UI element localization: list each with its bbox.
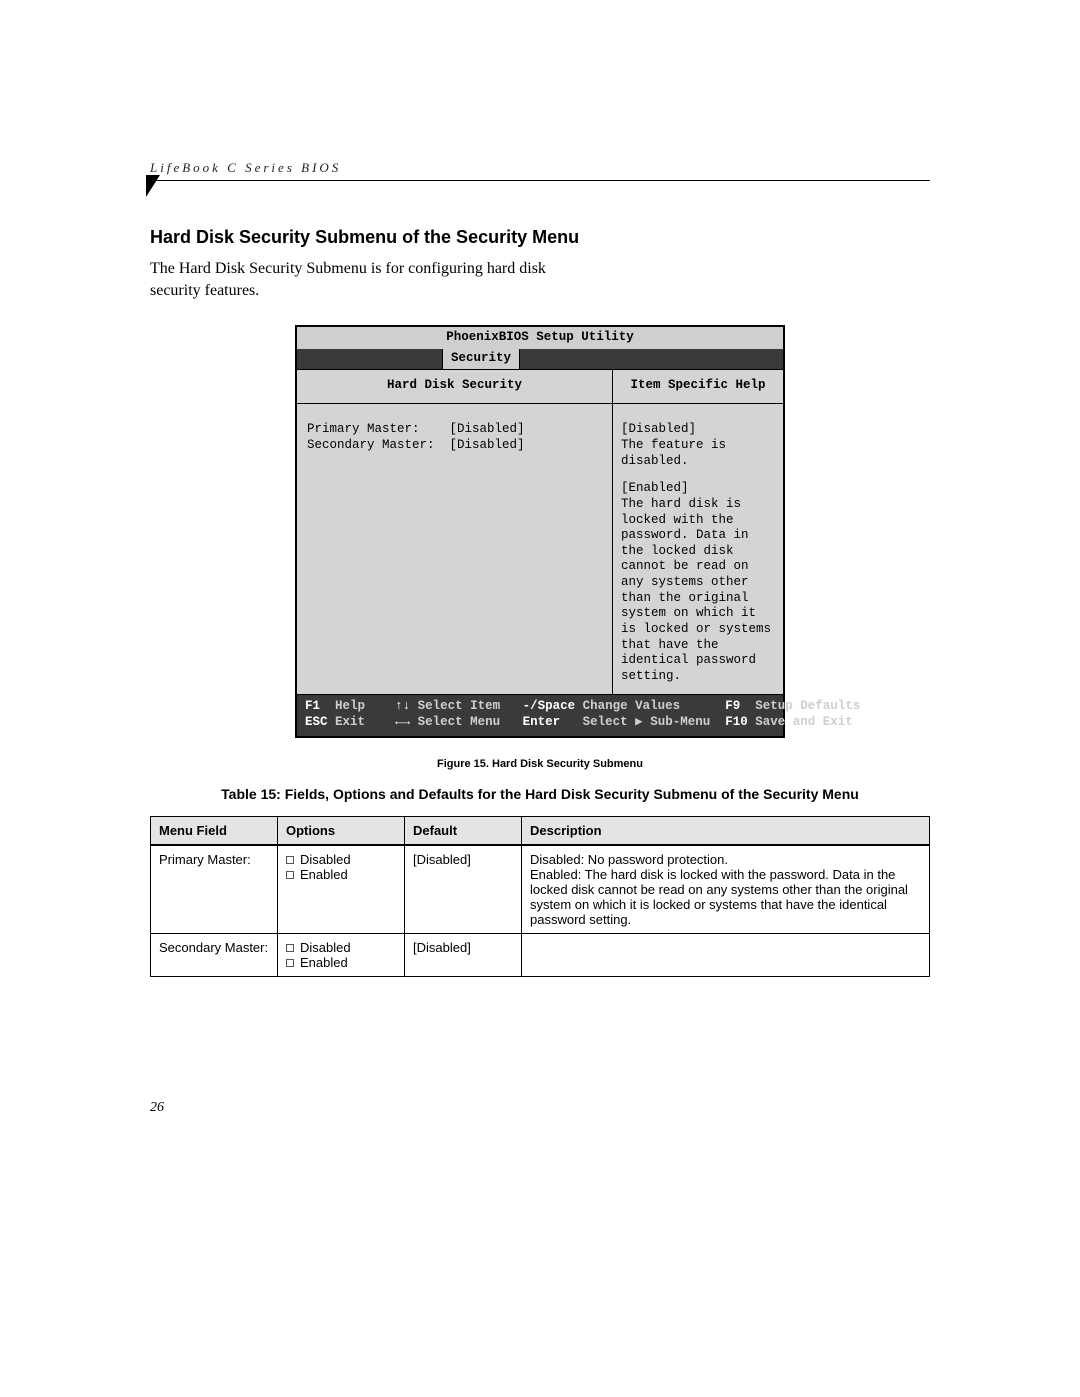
th-default: Default (405, 816, 522, 845)
help-disabled-text: The feature is disabled. (621, 438, 775, 469)
bios-row-secondary[interactable]: Secondary Master: [Disabled] (307, 438, 602, 454)
th-options: Options (278, 816, 405, 845)
bios-title: PhoenixBIOS Setup Utility (295, 325, 785, 349)
cell-menu: Primary Master: (151, 845, 278, 934)
cell-menu: Secondary Master: (151, 933, 278, 976)
body-text: The Hard Disk Security Submenu is for co… (150, 258, 550, 301)
table-title: Table 15: Fields, Options and Defaults f… (150, 786, 930, 802)
th-description: Description (522, 816, 930, 845)
running-head: LifeBook C Series BIOS (150, 160, 930, 181)
section-title: Hard Disk Security Submenu of the Securi… (150, 227, 930, 248)
cell-description (522, 933, 930, 976)
options-table: Menu Field Options Default Description P… (150, 816, 930, 977)
bullet-icon (286, 856, 294, 864)
table-header-row: Menu Field Options Default Description (151, 816, 930, 845)
cell-options: Disabled Enabled (278, 845, 405, 934)
cell-description: Disabled: No password protection. Enable… (522, 845, 930, 934)
table-row: Secondary Master: Disabled Enabled [Disa… (151, 933, 930, 976)
figure-caption: Figure 15. Hard Disk Security Submenu (150, 758, 930, 770)
corner-mark-icon (146, 175, 164, 199)
bios-left-body: Primary Master: [Disabled] Secondary Mas… (297, 404, 612, 662)
running-head-text: LifeBook C Series BIOS (150, 160, 341, 175)
tab-security[interactable]: Security (442, 349, 520, 370)
cell-options: Disabled Enabled (278, 933, 405, 976)
bios-screenshot: PhoenixBIOS Setup Utility Security Hard … (295, 325, 785, 738)
bios-right-header: Item Specific Help (613, 370, 783, 405)
cell-default: [Disabled] (405, 933, 522, 976)
bullet-icon (286, 944, 294, 952)
cell-default: [Disabled] (405, 845, 522, 934)
bios-left-header: Hard Disk Security (297, 370, 612, 405)
table-row: Primary Master: Disabled Enabled [Disabl… (151, 845, 930, 934)
bios-footer: F1 Help ↑↓ Select Item -/Space Change Va… (295, 694, 785, 737)
help-enabled-text: The hard disk is locked with the passwor… (621, 497, 775, 685)
help-enabled-label: [Enabled] (621, 481, 775, 497)
bios-row-primary[interactable]: Primary Master: [Disabled] (307, 422, 602, 438)
bullet-icon (286, 959, 294, 967)
th-menu-field: Menu Field (151, 816, 278, 845)
bios-help-body: [Disabled] The feature is disabled. [Ena… (613, 404, 783, 694)
page-number: 26 (150, 1100, 164, 1116)
bullet-icon (286, 871, 294, 879)
help-disabled-label: [Disabled] (621, 422, 775, 438)
bios-tab-bar: Security (295, 349, 785, 369)
